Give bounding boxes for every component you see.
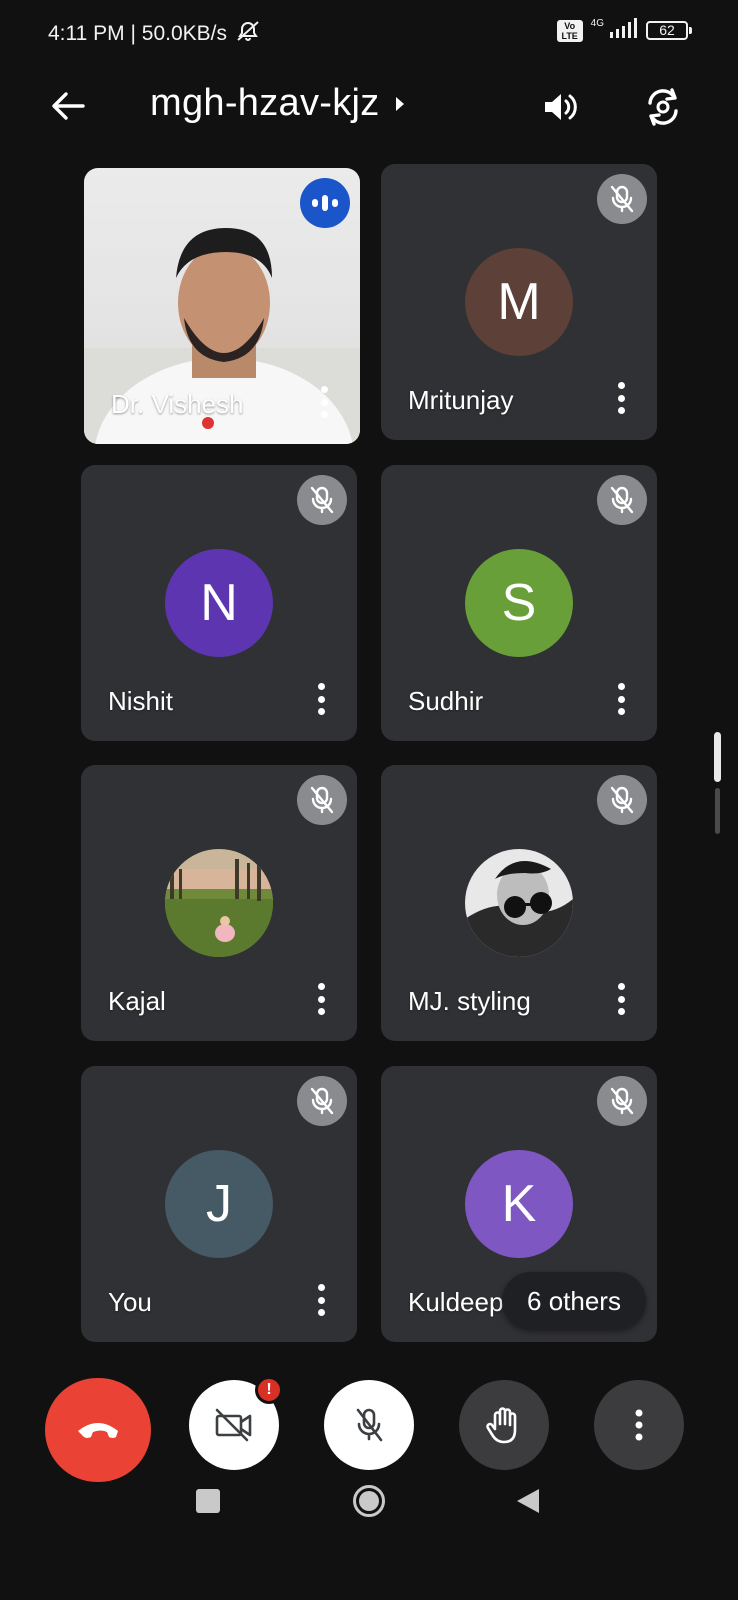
mic-off-icon	[597, 475, 647, 525]
participant-photo-avatar	[465, 849, 573, 957]
back-button[interactable]	[46, 84, 90, 128]
participant-name: Mritunjay	[408, 385, 514, 415]
meeting-code: mgh-hzav-kjz	[150, 82, 380, 124]
status-time-speed: 4:11 PM | 50.0KB/s	[48, 22, 227, 45]
participant-name: Kajal	[108, 986, 166, 1016]
participant-name: Kuldeep	[408, 1287, 504, 1317]
video-off-icon	[215, 1408, 252, 1442]
signal-icon	[608, 18, 638, 43]
participant-name: Nishit	[108, 686, 174, 716]
network-type: 4G	[590, 18, 604, 29]
participant-photo-avatar	[165, 849, 273, 957]
camera-toggle-button[interactable]: !	[189, 1376, 283, 1470]
participant-tile-kajal[interactable]: Kajal	[81, 765, 357, 1041]
participant-name: MJ. styling	[408, 986, 531, 1016]
mic-off-icon	[597, 1076, 647, 1126]
scrollbar[interactable]	[714, 732, 721, 834]
participant-more-button[interactable]	[311, 1282, 331, 1318]
participant-tile-mj-styling[interactable]: MJ. styling	[381, 765, 657, 1041]
mic-off-icon	[297, 775, 347, 825]
participant-avatar: M	[465, 248, 573, 356]
mic-off-icon	[597, 174, 647, 224]
participant-name: You	[108, 1287, 152, 1317]
participant-more-button[interactable]	[611, 981, 631, 1017]
home-circle-icon	[353, 1485, 385, 1517]
bell-off-icon	[235, 20, 261, 48]
mic-off-icon	[597, 775, 647, 825]
phone-hangup-icon	[78, 1423, 118, 1438]
more-options-button[interactable]	[594, 1380, 684, 1470]
participant-name: Sudhir	[408, 686, 484, 716]
participant-tile-mritunjay[interactable]: M Mritunjay	[381, 164, 657, 440]
scrollbar-thumb[interactable]	[714, 732, 721, 782]
mic-off-icon	[297, 1076, 347, 1126]
switch-camera-icon	[648, 88, 678, 126]
participant-tile-dr-vishesh[interactable]: Dr. Vishesh	[84, 168, 360, 444]
participant-avatar: N	[165, 549, 273, 657]
arrow-left-icon	[52, 92, 85, 120]
switch-camera-button[interactable]	[640, 84, 686, 130]
others-count-pill[interactable]: 6 others	[502, 1272, 646, 1330]
participant-tile-self[interactable]: J You	[81, 1066, 357, 1342]
participant-more-button[interactable]	[611, 681, 631, 717]
speaking-indicator-icon	[300, 178, 350, 228]
participant-more-button[interactable]	[311, 681, 331, 717]
status-bar-indicators: Vo LTE 4G 62	[556, 18, 692, 43]
scrollbar-track	[715, 788, 720, 834]
participant-avatar: K	[465, 1150, 573, 1258]
mic-off-icon	[356, 1408, 383, 1442]
battery-indicator: 62	[646, 21, 692, 40]
mic-toggle-button[interactable]	[324, 1380, 414, 1470]
participant-name: Dr. Vishesh	[111, 389, 244, 419]
more-vertical-icon	[635, 1409, 643, 1441]
nav-back-triangle-icon	[517, 1489, 539, 1513]
participant-more-button[interactable]	[314, 384, 334, 420]
participant-more-button[interactable]	[311, 981, 331, 1017]
camera-alert-badge: !	[255, 1376, 283, 1404]
nav-home-button[interactable]	[352, 1484, 386, 1518]
meeting-code-title[interactable]: mgh-hzav-kjz	[150, 82, 406, 125]
participant-avatar: S	[465, 549, 573, 657]
audio-output-button[interactable]	[538, 84, 584, 130]
volte-badge: Vo LTE	[556, 19, 583, 42]
raise-hand-button[interactable]	[459, 1380, 549, 1470]
nav-recents-button[interactable]	[196, 1489, 220, 1513]
hand-icon	[486, 1407, 517, 1444]
status-bar-time: 4:11 PM | 50.0KB/s	[48, 20, 261, 48]
nav-back-button[interactable]	[515, 1487, 541, 1515]
mic-off-icon	[297, 475, 347, 525]
participant-avatar: J	[165, 1150, 273, 1258]
participant-tile-sudhir[interactable]: S Sudhir	[381, 465, 657, 741]
participant-tile-nishit[interactable]: N Nishit	[81, 465, 357, 741]
speaker-icon	[545, 94, 577, 120]
caret-right-icon	[395, 96, 404, 111]
end-call-button[interactable]	[45, 1378, 151, 1482]
participant-more-button[interactable]	[611, 380, 631, 416]
